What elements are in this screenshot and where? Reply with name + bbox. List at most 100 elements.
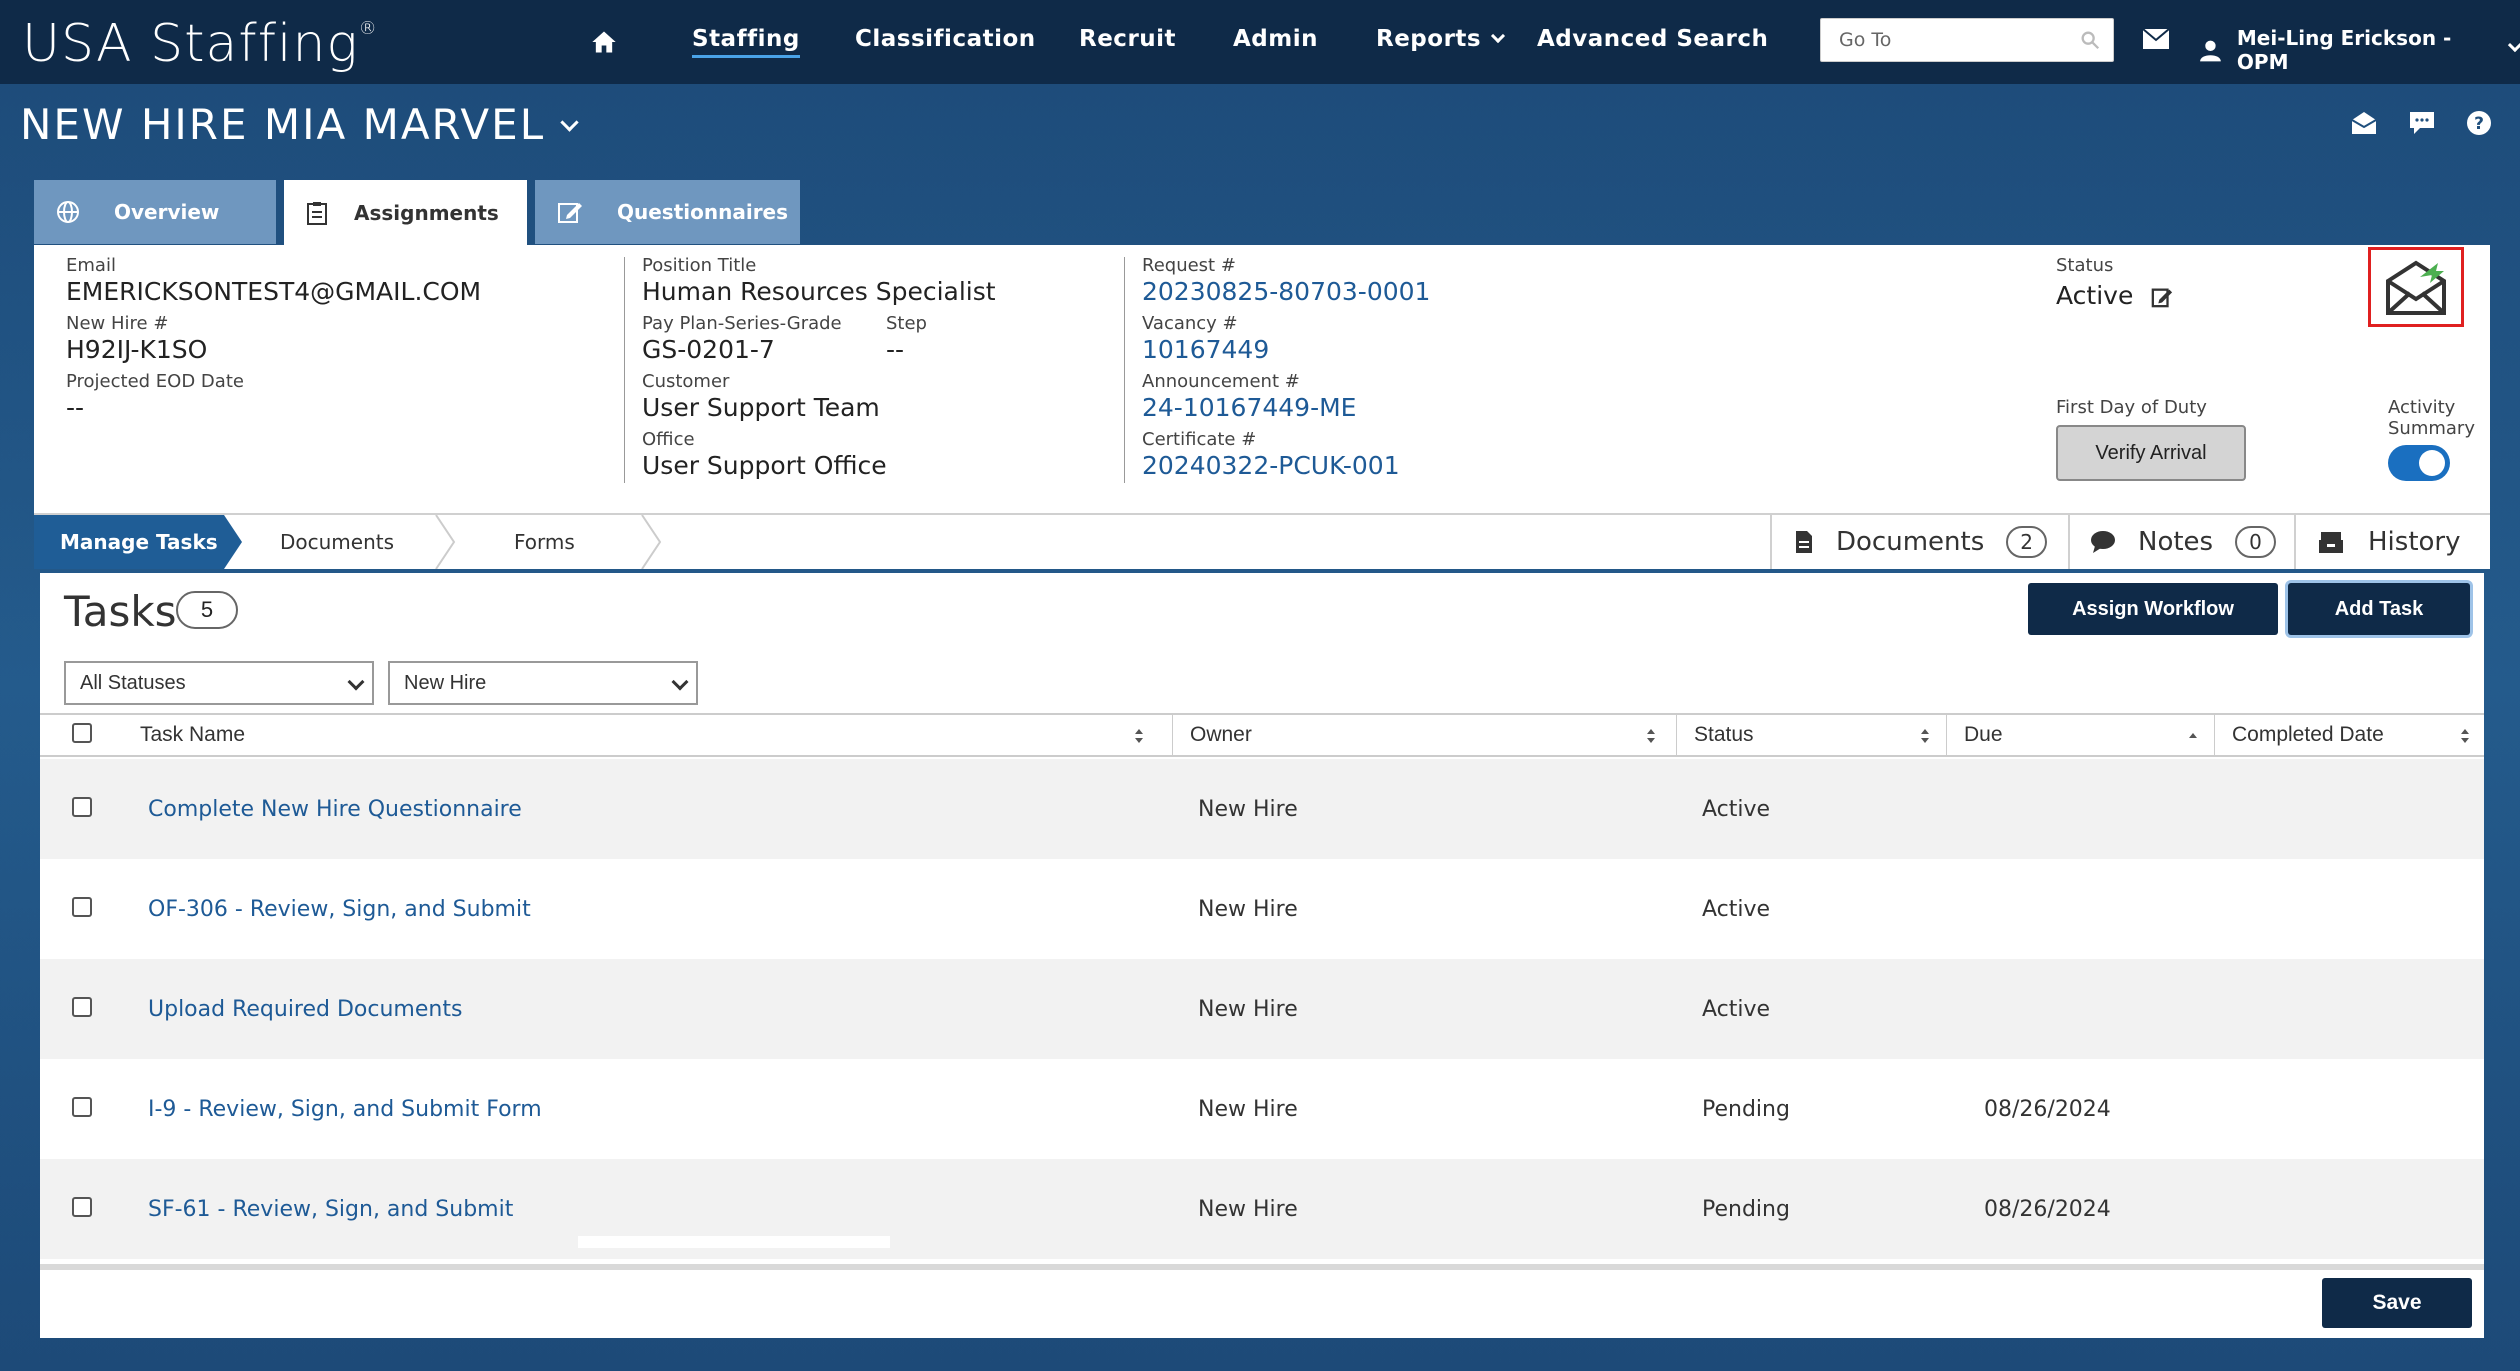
comment-icon[interactable]: [2408, 110, 2436, 136]
fdod-label: First Day of Duty: [2056, 397, 2207, 418]
tab-overview[interactable]: Overview: [34, 180, 276, 244]
tasks-count-badge: 5: [176, 591, 238, 629]
newhire-label: New Hire #: [66, 313, 169, 334]
row-checkbox[interactable]: [72, 797, 92, 817]
task-status: Pending: [1702, 1197, 1790, 1222]
email-value: EMERICKSONTEST4@GMAIL.COM: [66, 277, 482, 306]
task-name-link[interactable]: OF-306 - Review, Sign, and Submit: [148, 897, 531, 922]
ppsg-value: GS-0201-7: [642, 335, 775, 364]
select-all-checkbox[interactable]: [72, 723, 92, 743]
home-icon[interactable]: [590, 28, 618, 56]
row-checkbox[interactable]: [72, 997, 92, 1017]
tab-questionnaires[interactable]: Questionnaires: [535, 180, 800, 244]
history-tab[interactable]: History: [2294, 515, 2490, 569]
col-completed-date[interactable]: Completed Date: [2232, 723, 2384, 747]
row-checkbox[interactable]: [72, 1097, 92, 1117]
title-actions: ?: [2350, 110, 2492, 136]
col-owner[interactable]: Owner: [1190, 723, 1252, 747]
nav-admin[interactable]: Admin: [1233, 26, 1318, 52]
crumb-forms[interactable]: Forms: [514, 515, 575, 569]
email-label: Email: [66, 255, 116, 276]
activity-summary-toggle[interactable]: [2388, 445, 2450, 481]
sort-icon[interactable]: [1920, 727, 1930, 745]
col-due[interactable]: Due: [1964, 723, 2003, 747]
table-row: I-9 - Review, Sign, and Submit Form New …: [40, 1059, 2484, 1159]
task-due: 08/26/2024: [1984, 1197, 2111, 1222]
notes-tab[interactable]: Notes 0: [2068, 515, 2294, 569]
help-icon[interactable]: ?: [2466, 110, 2492, 136]
sort-icon[interactable]: [1646, 727, 1656, 745]
chevron-down-icon: [347, 673, 365, 691]
status-label: Status: [2056, 255, 2114, 276]
table-row: OF-306 - Review, Sign, and Submit New Hi…: [40, 859, 2484, 959]
chevron-down-icon: [1491, 28, 1506, 44]
save-button[interactable]: Save: [2322, 1278, 2472, 1328]
svg-text:?: ?: [2474, 114, 2484, 134]
col-status[interactable]: Status: [1694, 723, 1754, 747]
edit-icon: [557, 200, 583, 224]
page-title[interactable]: NEW HIRE MIA MARVEL: [20, 100, 579, 149]
send-email-button[interactable]: [2368, 247, 2464, 327]
vacancy-label: Vacancy #: [1142, 313, 1238, 334]
documents-count: 2: [2006, 526, 2047, 558]
verify-arrival-button[interactable]: Verify Arrival: [2056, 425, 2246, 481]
app-logo[interactable]: USA Staffing®: [22, 14, 378, 74]
add-task-button[interactable]: Add Task: [2288, 583, 2470, 635]
vacancy-link[interactable]: 10167449: [1142, 335, 1269, 364]
status-value-wrap: Active: [2056, 281, 2173, 310]
tab-assignments[interactable]: Assignments: [284, 180, 527, 246]
status-filter-select[interactable]: All Statuses: [64, 661, 374, 705]
scrollbar-track[interactable]: [578, 1236, 890, 1248]
tasks-title: Tasks: [64, 587, 177, 636]
table-row: SF-61 - Review, Sign, and Submit New Hir…: [40, 1159, 2484, 1259]
task-name-link[interactable]: Complete New Hire Questionnaire: [148, 797, 522, 822]
task-name-link[interactable]: SF-61 - Review, Sign, and Submit: [148, 1197, 513, 1222]
activity-label-1: Activity: [2388, 397, 2456, 418]
chevron-down-icon: [671, 673, 689, 691]
nav-staffing[interactable]: Staffing: [692, 26, 800, 58]
clipboard-icon: [306, 201, 328, 225]
user-menu[interactable]: Mei-Ling Erickson - OPM: [2198, 26, 2520, 74]
nav-recruit[interactable]: Recruit: [1079, 26, 1176, 52]
mail-icon[interactable]: [2142, 28, 2170, 50]
assign-workflow-button[interactable]: Assign Workflow: [2028, 583, 2278, 635]
certificate-link[interactable]: 20240322-PCUK-001: [1142, 451, 1400, 480]
table-header: Task Name Owner Status Due Completed Dat…: [40, 713, 2484, 757]
newhire-value: H92IJ-K1SO: [66, 335, 208, 364]
nav-reports-label: Reports: [1376, 26, 1482, 52]
nav-classification[interactable]: Classification: [855, 26, 1036, 52]
chevron-down-icon: [560, 113, 579, 132]
crumb-documents[interactable]: Documents: [280, 515, 394, 569]
nav-reports[interactable]: Reports: [1376, 26, 1506, 52]
row-checkbox[interactable]: [72, 897, 92, 917]
nav-advanced-search[interactable]: Advanced Search: [1537, 26, 1768, 52]
edit-status-icon[interactable]: [2151, 286, 2173, 308]
tab-questionnaires-label: Questionnaires: [617, 200, 789, 224]
column-divider: [1676, 715, 1677, 755]
archive-icon: [2319, 532, 2343, 553]
announcement-link[interactable]: 24-10167449-ME: [1142, 393, 1356, 422]
sort-icon[interactable]: [2460, 727, 2470, 745]
certificate-label: Certificate #: [1142, 429, 1257, 450]
notes-tab-label: Notes: [2138, 527, 2214, 557]
sort-icon[interactable]: [1134, 727, 1144, 745]
crumb-manage-tasks[interactable]: Manage Tasks: [34, 515, 224, 569]
task-name-link[interactable]: Upload Required Documents: [148, 997, 462, 1022]
inbox-icon[interactable]: [2350, 110, 2378, 136]
owner-filter-select[interactable]: New Hire: [388, 661, 698, 705]
col-task-name[interactable]: Task Name: [140, 723, 245, 747]
task-owner: New Hire: [1198, 1097, 1298, 1122]
new-hire-info-panel: Email EMERICKSONTEST4@GMAIL.COM New Hire…: [34, 245, 2490, 513]
sort-asc-icon[interactable]: [2188, 727, 2198, 745]
goto-input[interactable]: Go To: [1820, 18, 2114, 62]
documents-tab[interactable]: Documents 2: [1770, 515, 2068, 569]
task-name-link[interactable]: I-9 - Review, Sign, and Submit Form: [148, 1097, 542, 1122]
row-checkbox[interactable]: [72, 1197, 92, 1217]
request-link[interactable]: 20230825-80703-0001: [1142, 277, 1430, 306]
search-icon[interactable]: [2079, 29, 2101, 51]
history-tab-label: History: [2368, 527, 2461, 557]
globe-icon: [56, 200, 80, 224]
crumb-separator: [435, 515, 456, 569]
envelope-send-icon: [2386, 260, 2446, 315]
comment-icon: [2091, 531, 2115, 553]
